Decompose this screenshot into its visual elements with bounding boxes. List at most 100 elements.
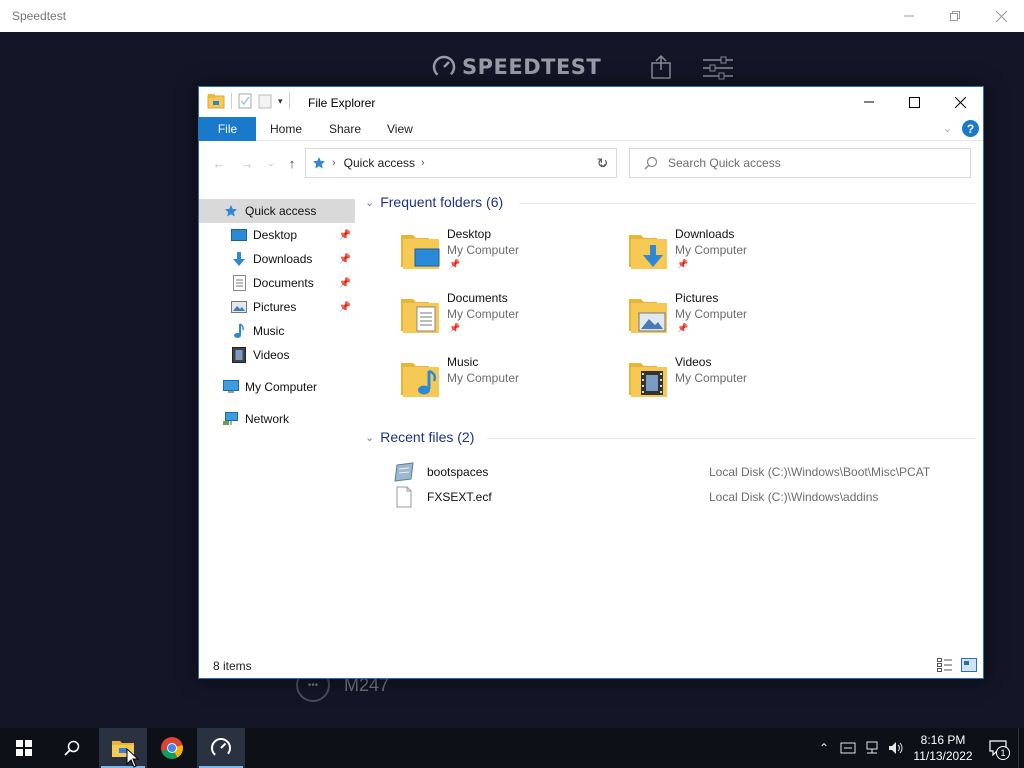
taskbar-speedtest[interactable] bbox=[197, 728, 245, 768]
nav-item-desktop[interactable]: Desktop 📌 bbox=[199, 223, 355, 247]
refresh-button[interactable]: ↻ bbox=[589, 148, 617, 178]
nav-label: My Computer bbox=[245, 380, 318, 394]
file-path: Local Disk (C:)\Windows\addins bbox=[709, 490, 879, 504]
folder-tile-videos[interactable]: Videos My Computer bbox=[627, 355, 847, 413]
nav-item-pictures[interactable]: Pictures 📌 bbox=[199, 295, 355, 319]
details-view-icon[interactable] bbox=[937, 658, 953, 672]
customize-toolbar-icon[interactable]: ▾ bbox=[278, 96, 283, 107]
address-text: Quick access bbox=[343, 156, 416, 170]
group-divider bbox=[519, 203, 975, 204]
address-bar[interactable]: › Quick access › ⌄ bbox=[305, 148, 617, 178]
properties-icon[interactable] bbox=[238, 93, 252, 109]
folder-tile-pictures[interactable]: Pictures My Computer 📌 bbox=[627, 291, 847, 349]
nav-label: Documents bbox=[253, 276, 314, 290]
speedtest-close-button[interactable] bbox=[978, 0, 1024, 32]
search-icon bbox=[644, 156, 658, 170]
taskbar: ⌃ 8:16 PM 11/13/2022 1 bbox=[0, 728, 1024, 768]
nav-label: Network bbox=[245, 412, 290, 426]
tab-view[interactable]: View bbox=[387, 117, 413, 141]
speedtest-restore-button[interactable] bbox=[932, 0, 978, 32]
nav-label: Quick access bbox=[245, 204, 317, 218]
nav-label: Pictures bbox=[253, 300, 297, 314]
downloads-icon bbox=[231, 251, 247, 267]
recent-files-header[interactable]: ⌄ Recent files (2) bbox=[365, 429, 474, 445]
explorer-maximize-button[interactable] bbox=[891, 87, 937, 117]
nav-item-documents[interactable]: Documents 📌 bbox=[199, 271, 355, 295]
documents-folder-icon bbox=[401, 299, 439, 333]
show-desktop-button[interactable] bbox=[1018, 728, 1024, 768]
expand-ribbon-icon[interactable]: ⌄ bbox=[943, 122, 952, 135]
pin-icon[interactable]: 📌 bbox=[339, 278, 351, 289]
folder-tile-documents[interactable]: Documents My Computer 📌 bbox=[399, 291, 619, 349]
speedtest-minimize-button[interactable] bbox=[886, 0, 932, 32]
folder-name: Desktop bbox=[447, 227, 492, 241]
breadcrumb-chevron-icon[interactable]: › bbox=[421, 157, 425, 169]
close-icon bbox=[995, 10, 1007, 22]
pin-icon[interactable]: 📌 bbox=[339, 254, 351, 265]
folder-tile-desktop[interactable]: Desktop My Computer 📌 bbox=[399, 227, 619, 285]
tab-home[interactable]: Home bbox=[270, 117, 302, 141]
folder-location: My Computer bbox=[675, 243, 748, 257]
settings-button[interactable] bbox=[703, 56, 733, 83]
nav-item-downloads[interactable]: Downloads 📌 bbox=[199, 247, 355, 271]
folder-location: My Computer bbox=[447, 243, 520, 257]
show-hidden-icons-chevron-icon[interactable]: ⌃ bbox=[812, 728, 836, 768]
chrome-icon bbox=[161, 737, 183, 759]
tab-share[interactable]: Share bbox=[329, 117, 361, 141]
help-icon[interactable]: ? bbox=[962, 120, 979, 137]
recent-file-row[interactable]: FXSEXT.ecf Local Disk (C:)\Windows\addin… bbox=[393, 486, 973, 508]
pin-icon[interactable]: 📌 bbox=[339, 230, 351, 241]
clock[interactable]: 8:16 PM 11/13/2022 bbox=[908, 732, 978, 764]
folder-name: Music bbox=[447, 355, 479, 369]
new-folder-icon[interactable] bbox=[258, 93, 272, 109]
frequent-folders-title: Frequent folders (6) bbox=[380, 194, 504, 210]
tiles-view-icon[interactable] bbox=[961, 658, 977, 672]
group-divider bbox=[487, 438, 975, 439]
back-arrow-icon[interactable]: ← bbox=[209, 153, 229, 173]
explorer-minimize-button[interactable] bbox=[846, 87, 892, 117]
network-icon[interactable] bbox=[860, 728, 884, 768]
refresh-icon: ↻ bbox=[596, 154, 609, 171]
explorer-close-button[interactable] bbox=[937, 87, 983, 117]
status-bar: 8 items bbox=[199, 654, 983, 678]
start-button[interactable] bbox=[0, 728, 48, 768]
collapse-chevron-icon: ⌄ bbox=[365, 196, 375, 209]
blank-file-icon bbox=[396, 486, 412, 508]
nav-item-network[interactable]: Network bbox=[199, 407, 355, 431]
search-box[interactable]: Search Quick access bbox=[629, 148, 971, 178]
up-arrow-icon[interactable]: ↑ bbox=[282, 153, 302, 173]
recent-locations-icon[interactable]: ⌄ bbox=[261, 153, 281, 173]
tab-file[interactable]: File bbox=[199, 117, 256, 141]
minimize-icon bbox=[864, 101, 874, 103]
system-file-icon bbox=[394, 462, 414, 482]
music-icon bbox=[231, 323, 247, 339]
pictures-folder-icon bbox=[629, 299, 667, 333]
pin-icon[interactable]: 📌 bbox=[339, 302, 351, 313]
recent-file-row[interactable]: bootspaces Local Disk (C:)\Windows\Boot\… bbox=[393, 461, 973, 483]
security-icon[interactable] bbox=[836, 728, 860, 768]
frequent-folders-header[interactable]: ⌄ Frequent folders (6) bbox=[365, 194, 503, 210]
pin-icon: 📌 bbox=[449, 259, 461, 269]
share-button[interactable] bbox=[650, 54, 672, 83]
nav-item-music[interactable]: Music bbox=[199, 319, 355, 343]
nav-item-my-computer[interactable]: My Computer bbox=[199, 375, 355, 399]
explorer-titlebar: ▾ File Explorer bbox=[199, 87, 983, 117]
folder-tile-downloads[interactable]: Downloads My Computer 📌 bbox=[627, 227, 847, 285]
pictures-icon bbox=[231, 299, 247, 315]
speedtest-logo: SPEEDTEST bbox=[432, 55, 601, 79]
volume-icon[interactable] bbox=[884, 728, 908, 768]
share-icon bbox=[651, 54, 671, 79]
quick-access-star-icon bbox=[313, 157, 325, 169]
nav-item-quick-access[interactable]: Quick access bbox=[199, 199, 355, 223]
taskbar-chrome[interactable] bbox=[148, 728, 196, 768]
quick-access-toolbar: ▾ bbox=[207, 93, 290, 109]
folder-name: Documents bbox=[447, 291, 508, 305]
folder-tile-music[interactable]: Music My Computer bbox=[399, 355, 619, 413]
forward-arrow-icon[interactable]: → bbox=[237, 153, 257, 173]
nav-item-videos[interactable]: Videos bbox=[199, 343, 355, 367]
search-button[interactable] bbox=[48, 728, 96, 768]
action-center-button[interactable]: 1 bbox=[978, 728, 1018, 768]
desktop-folder-icon bbox=[401, 235, 440, 269]
search-placeholder: Search Quick access bbox=[668, 156, 781, 170]
file-explorer-window: ▾ File Explorer File Home Share View ⌄ ?… bbox=[198, 86, 984, 679]
